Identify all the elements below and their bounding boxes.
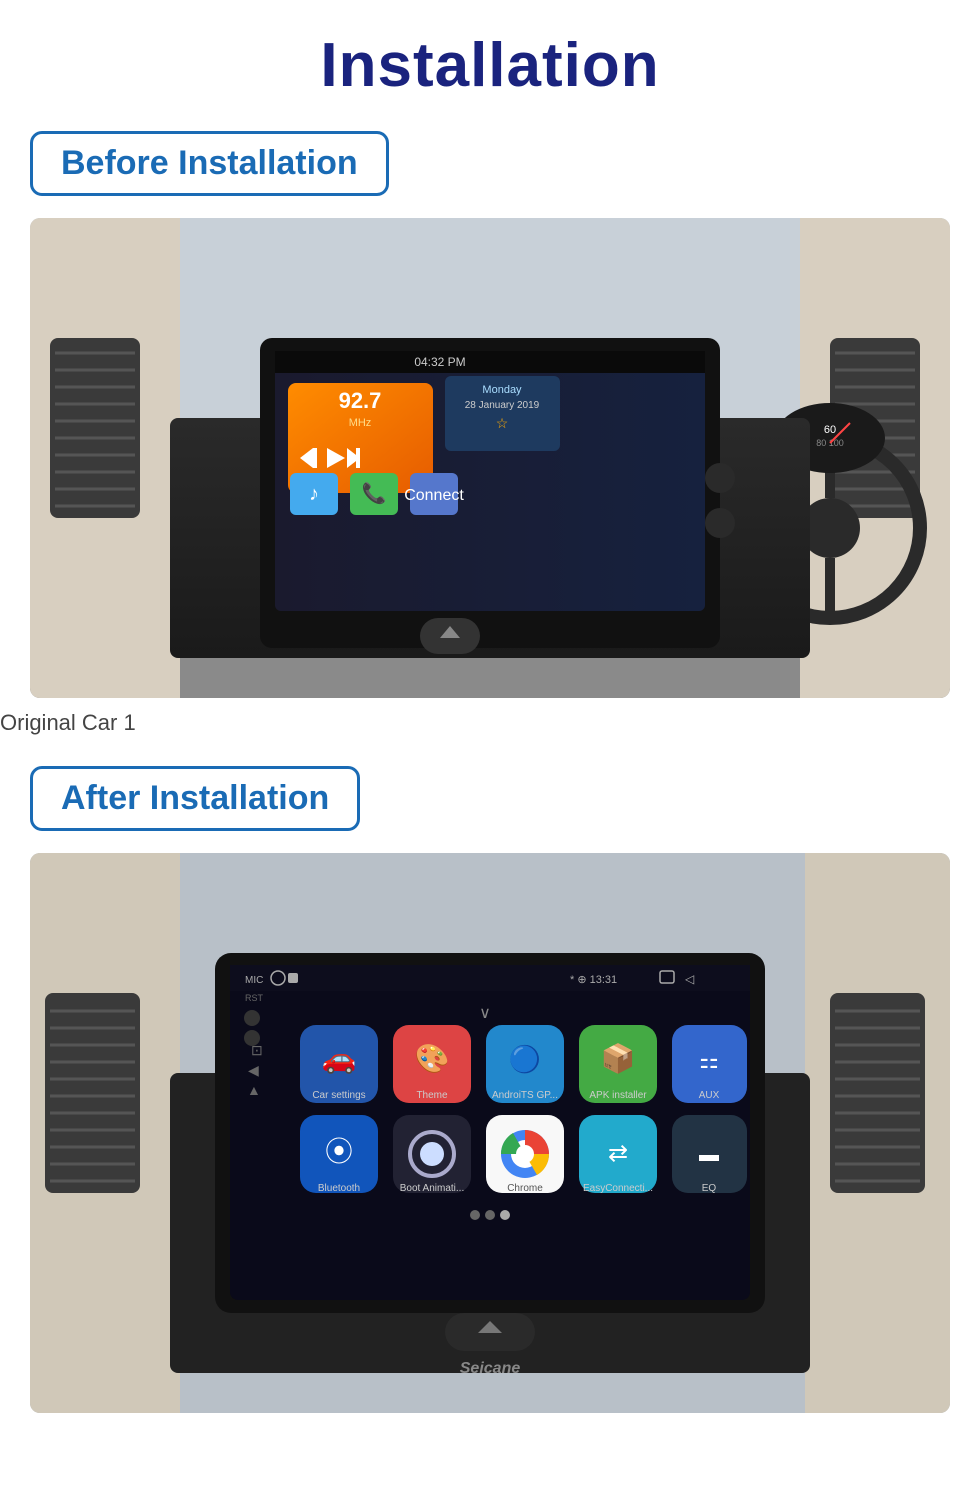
page-title: Installation	[320, 30, 659, 101]
before-label: Before Installation	[30, 131, 389, 196]
svg-text:Monday: Monday	[482, 384, 522, 396]
svg-text:92.7: 92.7	[339, 388, 382, 413]
after-installation-image: MIC * ⊕ 13:31 ◁ RST ⊡ ◀ ▲ ∨ 🚗 Car settin…	[30, 853, 950, 1413]
svg-text:* ⊕ 13:31: * ⊕ 13:31	[570, 974, 617, 986]
svg-text:MIC: MIC	[245, 975, 263, 986]
svg-text:🚗: 🚗	[322, 1043, 357, 1075]
svg-text:APK installer: APK installer	[589, 1090, 647, 1101]
after-section: After Installation	[0, 766, 980, 1413]
before-section: Before Installation	[0, 131, 980, 766]
before-caption: Original Car 1	[0, 710, 136, 736]
svg-text:♪: ♪	[309, 483, 319, 505]
svg-text:04:32 PM: 04:32 PM	[414, 355, 465, 369]
svg-text:Bluetooth: Bluetooth	[318, 1183, 360, 1194]
svg-text:◀: ◀	[248, 1062, 259, 1078]
svg-text:EasyConnecti...: EasyConnecti...	[583, 1183, 653, 1194]
svg-text:Boot Animati...: Boot Animati...	[400, 1183, 464, 1194]
svg-text:28 January 2019: 28 January 2019	[465, 400, 540, 411]
svg-text:∨: ∨	[479, 1005, 491, 1022]
svg-text:▬: ▬	[699, 1144, 719, 1166]
svg-text:AUX: AUX	[699, 1090, 720, 1101]
svg-text:Seicane: Seicane	[460, 1360, 521, 1377]
svg-text:🔵: 🔵	[509, 1044, 541, 1074]
svg-text:RST: RST	[245, 993, 264, 1003]
svg-text:📦: 📦	[601, 1042, 636, 1075]
svg-text:⊡: ⊡	[251, 1042, 263, 1058]
before-installation-image: 60 80 100 04:32 PM FM 1 92.7 MHz	[30, 218, 950, 698]
svg-text:EQ: EQ	[702, 1183, 717, 1194]
svg-text:▲: ▲	[247, 1082, 261, 1098]
svg-text:MHz: MHz	[349, 417, 372, 429]
svg-text:Car settings: Car settings	[312, 1090, 365, 1101]
svg-text:📞: 📞	[362, 480, 387, 505]
svg-text:◁: ◁	[685, 972, 695, 986]
svg-text:⚏: ⚏	[699, 1048, 719, 1073]
svg-text:Theme: Theme	[416, 1090, 448, 1101]
svg-text:⦿: ⦿	[325, 1136, 353, 1167]
svg-text:🎨: 🎨	[415, 1041, 450, 1075]
svg-text:Connect: Connect	[404, 487, 464, 504]
svg-text:60: 60	[824, 424, 836, 436]
svg-text:AndroiTS GP...: AndroiTS GP...	[492, 1090, 558, 1101]
svg-text:☆: ☆	[496, 415, 509, 431]
svg-text:⇄: ⇄	[608, 1140, 628, 1167]
after-label: After Installation	[30, 766, 360, 831]
svg-text:Chrome: Chrome	[507, 1183, 543, 1194]
